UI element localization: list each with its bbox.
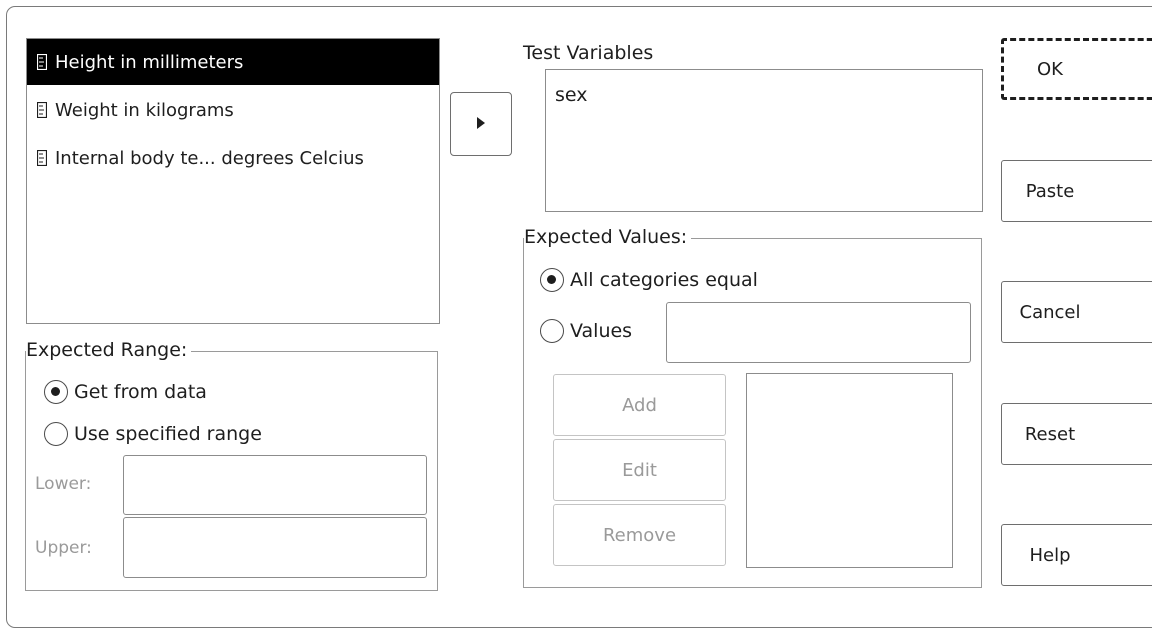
scale-variable-icon bbox=[37, 54, 47, 70]
edit-button[interactable]: Edit bbox=[553, 439, 726, 501]
expected-values-title: Expected Values: bbox=[524, 226, 692, 248]
cancel-button[interactable]: Cancel bbox=[1001, 281, 1152, 343]
paste-label: Paste bbox=[1025, 180, 1075, 202]
list-item[interactable]: Height in millimeters bbox=[27, 39, 439, 85]
list-item-label: Height in millimeters bbox=[55, 51, 244, 73]
remove-button[interactable]: Remove bbox=[553, 504, 726, 566]
radio-unchecked-icon bbox=[540, 319, 564, 343]
help-label: Help bbox=[1029, 544, 1071, 566]
lower-label: Lower: bbox=[35, 474, 92, 494]
radio-checked-icon bbox=[540, 268, 564, 292]
all-categories-equal-label: All categories equal bbox=[570, 269, 758, 291]
move-variable-button[interactable] bbox=[450, 92, 512, 156]
reset-button[interactable]: Reset bbox=[1001, 403, 1152, 465]
source-variable-list[interactable]: Height in millimeters Weight in kilogram… bbox=[26, 38, 440, 324]
all-categories-equal-radio[interactable]: All categories equal bbox=[540, 268, 758, 292]
scale-variable-icon bbox=[37, 102, 47, 118]
get-from-data-radio[interactable]: Get from data bbox=[44, 380, 207, 404]
add-button[interactable]: Add bbox=[553, 374, 726, 436]
list-item[interactable]: sex bbox=[555, 84, 588, 106]
values-label: Values bbox=[570, 320, 633, 342]
help-button[interactable]: Help bbox=[1001, 524, 1152, 586]
use-specified-range-radio[interactable]: Use specified range bbox=[44, 422, 262, 446]
cancel-label: Cancel bbox=[1019, 301, 1081, 323]
list-item-label: Weight in kilograms bbox=[55, 99, 234, 121]
test-variables-label: Test Variables bbox=[523, 42, 654, 64]
list-item[interactable]: Internal body te... degrees Celcius bbox=[27, 135, 439, 181]
use-specified-range-label: Use specified range bbox=[74, 423, 262, 445]
lower-input[interactable] bbox=[123, 455, 427, 515]
expected-values-list[interactable] bbox=[746, 373, 953, 568]
list-item[interactable]: Weight in kilograms bbox=[27, 87, 439, 133]
values-radio[interactable]: Values bbox=[540, 319, 632, 343]
expected-range-title: Expected Range: bbox=[26, 339, 192, 361]
test-variables-list[interactable]: sex bbox=[545, 69, 983, 212]
values-input[interactable] bbox=[666, 302, 971, 363]
get-from-data-label: Get from data bbox=[74, 381, 207, 403]
reset-label: Reset bbox=[1024, 423, 1076, 445]
upper-label: Upper: bbox=[35, 538, 92, 558]
right-triangle-arrow-icon bbox=[476, 113, 486, 135]
radio-unchecked-icon bbox=[44, 422, 68, 446]
ok-label: OK bbox=[1037, 58, 1063, 80]
upper-input[interactable] bbox=[123, 517, 427, 578]
list-item-label: Internal body te... degrees Celcius bbox=[55, 147, 364, 169]
ok-button[interactable]: OK bbox=[1001, 38, 1152, 100]
paste-button[interactable]: Paste bbox=[1001, 160, 1152, 222]
scale-variable-icon bbox=[37, 150, 47, 166]
radio-checked-icon bbox=[44, 380, 68, 404]
